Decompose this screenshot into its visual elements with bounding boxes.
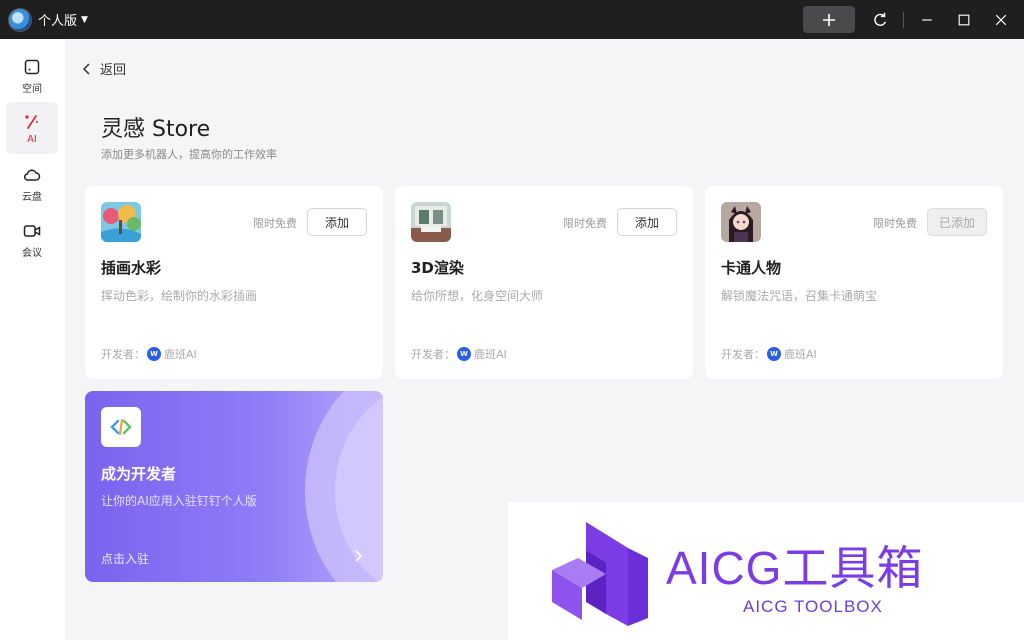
add-button[interactable]: 添加 [617, 208, 677, 236]
developer-logo-icon: W [767, 347, 781, 361]
watermark-title: AICG工具箱 [666, 542, 924, 594]
user-avatar[interactable] [8, 7, 32, 32]
sidebar-item-ai[interactable]: AI [6, 102, 58, 154]
chevron-left-icon [82, 62, 90, 75]
plus-icon [823, 13, 835, 26]
join-link[interactable]: 点击入驻 [101, 550, 149, 567]
new-button[interactable] [803, 6, 855, 33]
cloud-icon [23, 169, 41, 181]
developer-prefix: 开发者： [101, 348, 145, 361]
become-developer-card[interactable]: 成为开发者 让你的AI应用入驻钉钉个人版 点击入驻 [85, 391, 383, 582]
sidebar-item-meeting[interactable]: 会议 [6, 214, 58, 266]
bot-description: 挥动色彩，绘制你的水彩插画 [101, 289, 258, 303]
caret-down-icon[interactable]: ▼ [81, 15, 88, 25]
sidebar: 空间 AI 云盘 会议 [0, 39, 65, 640]
magic-wand-icon [25, 115, 38, 129]
added-button[interactable]: 已添加 [927, 208, 987, 236]
back-link[interactable]: 返回 [80, 59, 126, 78]
bot-name: 卡通人物 [721, 259, 782, 277]
cartoon-character-thumbnail-icon [721, 202, 761, 242]
developer-name: 鹿班AI [784, 348, 817, 361]
developer-name: 鹿班AI [474, 348, 507, 361]
price-label: 限时免费 [873, 217, 917, 230]
bot-description: 解锁魔法咒语，召集卡通萌宝 [721, 289, 878, 303]
bot-card[interactable]: 限时免费 已添加 卡通人物 解锁魔法咒语，召集卡通萌宝 开发者： W 鹿班AI [705, 186, 1003, 379]
title-bar: 个人版 ▼ [0, 0, 1024, 39]
watermark-subtitle: AICG TOOLBOX [743, 597, 883, 616]
sidebar-item-label: AI [27, 134, 37, 145]
developer-logo-icon: W [457, 347, 471, 361]
developer-logo-icon: W [147, 347, 161, 361]
titlebar-divider [903, 12, 904, 28]
price-label: 限时免费 [563, 217, 607, 230]
developer-prefix: 开发者： [411, 348, 455, 361]
close-icon [995, 14, 1007, 26]
refresh-icon [874, 12, 887, 26]
developer-info: 开发者： W 鹿班AI [411, 346, 507, 362]
minimize-icon [922, 19, 932, 21]
watercolor-thumbnail-icon [101, 202, 141, 242]
developer-prefix: 开发者： [721, 348, 765, 361]
developer-info: 开发者： W 鹿班AI [721, 346, 817, 362]
code-icon [101, 407, 141, 447]
minimize-button[interactable] [916, 9, 938, 31]
maximize-icon [958, 14, 970, 26]
aicg-logo-icon [552, 522, 648, 626]
bot-card[interactable]: 限时免费 添加 插画水彩 挥动色彩，绘制你的水彩插画 开发者： W 鹿班AI [85, 186, 383, 379]
3d-render-thumbnail-icon [411, 202, 451, 242]
sidebar-item-cloud[interactable]: 云盘 [6, 158, 58, 210]
bot-name: 3D渲染 [411, 259, 464, 277]
chevron-right-icon[interactable] [353, 549, 365, 563]
square-space-icon [24, 59, 40, 75]
page-title: 灵感 Store [101, 117, 211, 142]
bot-name: 插画水彩 [101, 259, 162, 277]
bot-description: 给你所想，化身空间大师 [411, 289, 544, 303]
bot-card[interactable]: 限时免费 添加 3D渲染 给你所想，化身空间大师 开发者： W 鹿班AI [395, 186, 693, 379]
sidebar-item-space[interactable]: 空间 [6, 50, 58, 102]
developer-card-subtitle: 让你的AI应用入驻钉钉个人版 [101, 494, 257, 508]
video-camera-icon [23, 225, 41, 237]
close-button[interactable] [990, 9, 1012, 31]
sidebar-item-label: 空间 [22, 84, 42, 95]
app-name[interactable]: 个人版 [38, 10, 77, 29]
page-subtitle: 添加更多机器人，提高你的工作效率 [101, 148, 277, 161]
developer-info: 开发者： W 鹿班AI [101, 346, 197, 362]
developer-name: 鹿班AI [164, 348, 197, 361]
watermark-overlay: AICG工具箱 AICG TOOLBOX [508, 502, 1024, 640]
add-button[interactable]: 添加 [307, 208, 367, 236]
developer-card-title: 成为开发者 [101, 465, 177, 483]
maximize-button[interactable] [953, 9, 975, 31]
price-label: 限时免费 [253, 217, 297, 230]
sidebar-item-label: 云盘 [22, 192, 42, 203]
back-label: 返回 [100, 63, 127, 78]
refresh-button[interactable] [869, 9, 891, 31]
sidebar-item-label: 会议 [22, 248, 42, 259]
